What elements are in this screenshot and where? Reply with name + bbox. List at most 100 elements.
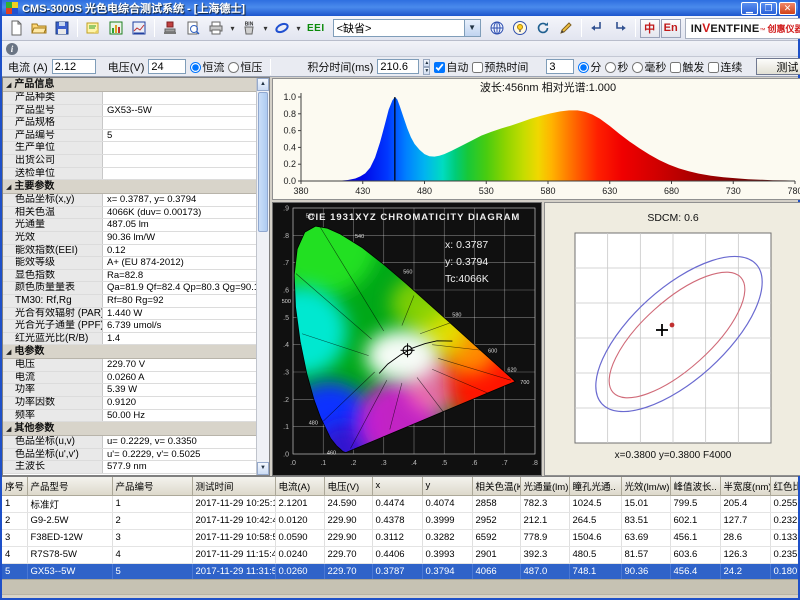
info-icon[interactable]: i (6, 43, 18, 55)
globe-button[interactable] (486, 18, 508, 39)
property-row[interactable]: 产品编号5 (3, 130, 256, 143)
ellipse-dropdown-arrow[interactable]: ▾ (294, 24, 303, 33)
edit-button[interactable] (555, 18, 577, 39)
property-section-header[interactable]: ◢其他参数 (3, 422, 256, 436)
combo-dropdown-arrow[interactable]: ▼ (464, 20, 480, 36)
ellipse-tool-button[interactable] (271, 18, 293, 39)
current-input[interactable] (52, 59, 96, 74)
column-header[interactable]: 电压(V) (324, 477, 372, 495)
minimize-button[interactable]: ▁ (741, 2, 758, 15)
auto-checkbox[interactable] (434, 62, 445, 73)
table-row[interactable]: 3F38ED-12W32017-11-29 10:58:560.0590229.… (2, 529, 798, 546)
property-row[interactable]: 送检单位 (3, 168, 256, 181)
lamp-button[interactable] (509, 18, 531, 39)
seconds-radio[interactable] (605, 62, 616, 73)
restore-button[interactable]: ❐ (760, 2, 777, 15)
column-header[interactable]: 电流(A) (275, 477, 324, 495)
curve-chart-button[interactable] (128, 18, 150, 39)
calibrate-button[interactable] (159, 18, 181, 39)
scroll-up-icon[interactable]: ▲ (257, 78, 269, 91)
constant-voltage-radio[interactable] (228, 62, 239, 73)
column-header[interactable]: 光通量(lm) (520, 477, 569, 495)
preheat-checkbox[interactable] (472, 62, 483, 73)
scroll-thumb[interactable] (258, 92, 268, 232)
property-row[interactable]: 能效等级A+ (EU 874-2012) (3, 257, 256, 270)
eei-label[interactable]: EEI (304, 23, 328, 34)
integration-input[interactable] (377, 59, 419, 74)
property-row[interactable]: 显色指数Ra=82.8 (3, 270, 256, 283)
table-row[interactable]: 1标准灯12017-11-29 10:25:112.120124.5900.44… (2, 495, 798, 512)
property-row[interactable]: 光合有效辐射 (PAR)1.440 W (3, 308, 256, 321)
property-row[interactable]: 出货公司 (3, 155, 256, 168)
note-button[interactable] (82, 18, 104, 39)
continuous-checkbox[interactable] (708, 62, 719, 73)
property-row[interactable]: 光通量487.05 lm (3, 219, 256, 232)
integration-spinner[interactable]: ▲▼ (423, 59, 430, 74)
profile-combo[interactable]: <缺省> ▼ (333, 19, 481, 37)
column-header[interactable]: 光效(lm/w) (621, 477, 670, 495)
property-row[interactable]: 主波长577.9 nm (3, 461, 256, 474)
property-row[interactable]: 产品种类 (3, 92, 256, 105)
property-row[interactable]: 频率50.00 Hz (3, 410, 256, 423)
column-header[interactable]: 测试时间 (192, 477, 275, 495)
property-row[interactable]: 色品坐标(u,v)u= 0.2229, v= 0.3350 (3, 436, 256, 449)
preheat-input[interactable] (546, 59, 574, 74)
lang-english-button[interactable]: En (661, 19, 681, 38)
column-header[interactable]: 峰值波长.. (670, 477, 720, 495)
property-row[interactable]: 色品坐标(u',v')u'= 0.2229, v'= 0.5025 (3, 449, 256, 462)
property-row[interactable]: 产品型号GX53--5W (3, 105, 256, 118)
property-row[interactable]: 相关色温4066K (duv= 0.00173) (3, 207, 256, 220)
bin-button[interactable]: BIN (238, 18, 260, 39)
column-header[interactable]: 半宽度(nm) (720, 477, 770, 495)
column-header[interactable]: 产品型号 (27, 477, 112, 495)
spinner-up-icon[interactable]: ▲ (423, 59, 430, 67)
new-file-button[interactable] (5, 18, 27, 39)
property-row[interactable]: 色品坐标(x,y)x= 0.3787, y= 0.3794 (3, 194, 256, 207)
bend-arrow-left-button[interactable] (586, 18, 608, 39)
scroll-down-icon[interactable]: ▼ (257, 462, 269, 475)
property-row[interactable]: 颜色质量量表Qa=81.9 Qf=82.4 Qp=80.3 Qg=90.1 (3, 282, 256, 295)
column-header[interactable]: 红色比.. (770, 477, 798, 495)
constant-current-radio[interactable] (190, 62, 201, 73)
bin-dropdown-arrow[interactable]: ▾ (261, 24, 270, 33)
milliseconds-radio[interactable] (632, 62, 643, 73)
property-row[interactable]: 电流0.0260 A (3, 372, 256, 385)
property-row[interactable]: 光效90.36 lm/W (3, 232, 256, 245)
close-button[interactable]: ✕ (779, 2, 796, 15)
print-preview-button[interactable] (182, 18, 204, 39)
bend-arrow-right-button[interactable] (609, 18, 631, 39)
report-chart-button[interactable] (105, 18, 127, 39)
lang-chinese-button[interactable]: 中 (640, 19, 660, 38)
test-button[interactable]: 测试 (756, 58, 800, 75)
refresh-button[interactable] (532, 18, 554, 39)
trigger-checkbox[interactable] (670, 62, 681, 73)
spinner-down-icon[interactable]: ▼ (423, 67, 430, 75)
property-row[interactable]: 功率5.39 W (3, 384, 256, 397)
print-button[interactable] (205, 18, 227, 39)
property-row[interactable]: TM30: Rf,RgRf=80 Rg=92 (3, 295, 256, 308)
column-header[interactable]: 序号 (2, 477, 27, 495)
property-section-header[interactable]: ◢产品信息 (3, 78, 256, 92)
column-header[interactable]: 相关色温(K) (472, 477, 520, 495)
property-section-header[interactable]: ◢电参数 (3, 345, 256, 359)
table-row[interactable]: 2G9-2.5W22017-11-29 10:42:420.0120229.90… (2, 512, 798, 529)
property-row[interactable]: 电压229.70 V (3, 359, 256, 372)
column-header[interactable]: 瞳孔光通.. (569, 477, 621, 495)
save-button[interactable] (51, 18, 73, 39)
voltage-input[interactable] (148, 59, 186, 74)
table-row[interactable]: 4R7S78-5W42017-11-29 11:15:420.0240229.7… (2, 546, 798, 563)
column-header[interactable]: y (422, 477, 472, 495)
property-row[interactable]: 光合光子通量 (PPF)6.739 umol/s (3, 320, 256, 333)
minutes-radio[interactable] (578, 62, 589, 73)
table-row[interactable]: 5GX53--5W52017-11-29 11:31:530.0260229.7… (2, 563, 798, 579)
property-scrollbar[interactable]: ▲ ▼ (256, 78, 269, 475)
column-header[interactable]: x (372, 477, 422, 495)
property-row[interactable]: 红光蓝光比(R/B)1.4 (3, 333, 256, 346)
property-row[interactable]: 产品规格 (3, 117, 256, 130)
property-section-header[interactable]: ◢主要参数 (3, 180, 256, 194)
print-dropdown-arrow[interactable]: ▾ (228, 24, 237, 33)
column-header[interactable]: 产品编号 (112, 477, 192, 495)
property-row[interactable]: 功率因数0.9120 (3, 397, 256, 410)
open-file-button[interactable] (28, 18, 50, 39)
property-row[interactable]: 生产单位 (3, 142, 256, 155)
